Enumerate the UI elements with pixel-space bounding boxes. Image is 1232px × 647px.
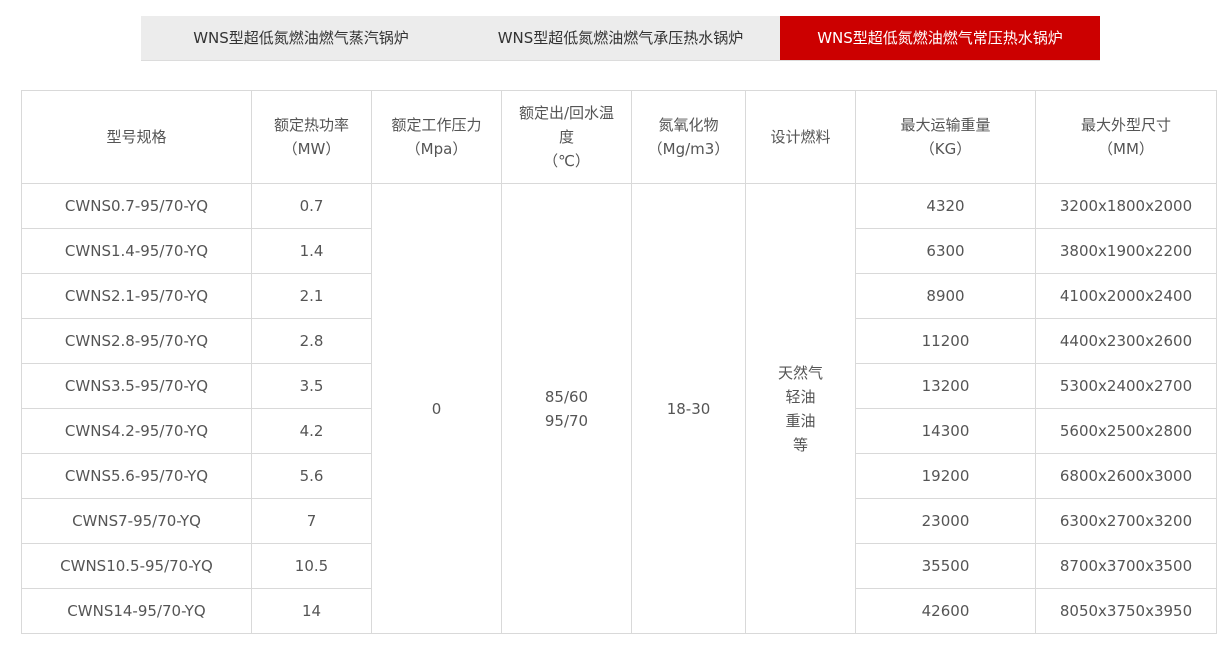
cell-power: 0.7 xyxy=(251,183,372,229)
tab-steam-boiler[interactable]: WNS型超低氮燃油燃气蒸汽锅炉 xyxy=(141,16,461,60)
cell-power: 14 xyxy=(251,588,372,634)
boiler-type-tabs: WNS型超低氮燃油燃气蒸汽锅炉 WNS型超低氮燃油燃气承压热水锅炉 WNS型超低… xyxy=(141,16,1100,61)
cell-power: 2.8 xyxy=(251,318,372,364)
cell-model: CWNS5.6-95/70-YQ xyxy=(21,453,252,499)
cell-size: 5300x2400x2700 xyxy=(1035,363,1217,409)
cell-model: CWNS4.2-95/70-YQ xyxy=(21,408,252,454)
cell-model: CWNS1.4-95/70-YQ xyxy=(21,228,252,274)
cell-power: 4.2 xyxy=(251,408,372,454)
cell-size: 3800x1900x2200 xyxy=(1035,228,1217,274)
tab-atmospheric-hot-water-boiler[interactable]: WNS型超低氮燃油燃气常压热水锅炉 xyxy=(780,16,1100,60)
cell-weight: 42600 xyxy=(855,588,1036,634)
cell-pressure: 0 xyxy=(371,183,502,634)
cell-temperature: 85/60 95/70 xyxy=(501,183,632,634)
table-row: CWNS0.7-95/70-YQ 0.7 0 85/60 95/70 18-30 … xyxy=(21,183,1217,634)
cell-nox: 18-30 xyxy=(631,183,746,634)
cell-size: 4400x2300x2600 xyxy=(1035,318,1217,364)
cell-weight: 6300 xyxy=(855,228,1036,274)
cell-size: 8700x3700x3500 xyxy=(1035,543,1217,589)
cell-weight: 14300 xyxy=(855,408,1036,454)
cell-model: CWNS0.7-95/70-YQ xyxy=(21,183,252,229)
cell-power: 1.4 xyxy=(251,228,372,274)
cell-power: 5.6 xyxy=(251,453,372,499)
header-pressure: 额定工作压力 （Mpa） xyxy=(371,90,502,184)
header-nox: 氮氧化物 （Mg/m3） xyxy=(631,90,746,184)
header-fuel: 设计燃料 xyxy=(745,90,856,184)
cell-weight: 8900 xyxy=(855,273,1036,319)
cell-model: CWNS14-95/70-YQ xyxy=(21,588,252,634)
header-size: 最大外型尺寸 （MM） xyxy=(1035,90,1217,184)
cell-size: 4100x2000x2400 xyxy=(1035,273,1217,319)
cell-size: 8050x3750x3950 xyxy=(1035,588,1217,634)
cell-power: 7 xyxy=(251,498,372,544)
header-weight: 最大运输重量 （KG） xyxy=(855,90,1036,184)
cell-fuel: 天然气 轻油 重油等 xyxy=(745,183,856,634)
header-model: 型号规格 xyxy=(21,90,252,184)
cell-size: 6300x2700x3200 xyxy=(1035,498,1217,544)
cell-weight: 13200 xyxy=(855,363,1036,409)
cell-model: CWNS3.5-95/70-YQ xyxy=(21,363,252,409)
cell-model: CWNS7-95/70-YQ xyxy=(21,498,252,544)
header-power: 额定热功率 （MW） xyxy=(251,90,372,184)
cell-weight: 19200 xyxy=(855,453,1036,499)
cell-size: 5600x2500x2800 xyxy=(1035,408,1217,454)
cell-model: CWNS2.8-95/70-YQ xyxy=(21,318,252,364)
cell-weight: 23000 xyxy=(855,498,1036,544)
cell-power: 3.5 xyxy=(251,363,372,409)
cell-weight: 11200 xyxy=(855,318,1036,364)
cell-model: CWNS10.5-95/70-YQ xyxy=(21,543,252,589)
cell-model: CWNS2.1-95/70-YQ xyxy=(21,273,252,319)
cell-power: 2.1 xyxy=(251,273,372,319)
cell-size: 3200x1800x2000 xyxy=(1035,183,1217,229)
cell-weight: 35500 xyxy=(855,543,1036,589)
cell-size: 6800x2600x3000 xyxy=(1035,453,1217,499)
cell-weight: 4320 xyxy=(855,183,1036,229)
cell-power: 10.5 xyxy=(251,543,372,589)
tab-pressure-hot-water-boiler[interactable]: WNS型超低氮燃油燃气承压热水锅炉 xyxy=(461,16,780,60)
table-header-row: 型号规格 额定热功率 （MW） 额定工作压力 （Mpa） 额定出/回水温度（℃） 氮… xyxy=(21,90,1217,184)
spec-table: 型号规格 额定热功率 （MW） 额定工作压力 （Mpa） 额定出/回水温度（℃） 氮… xyxy=(21,90,1217,634)
header-temperature: 额定出/回水温度（℃） xyxy=(501,90,632,184)
